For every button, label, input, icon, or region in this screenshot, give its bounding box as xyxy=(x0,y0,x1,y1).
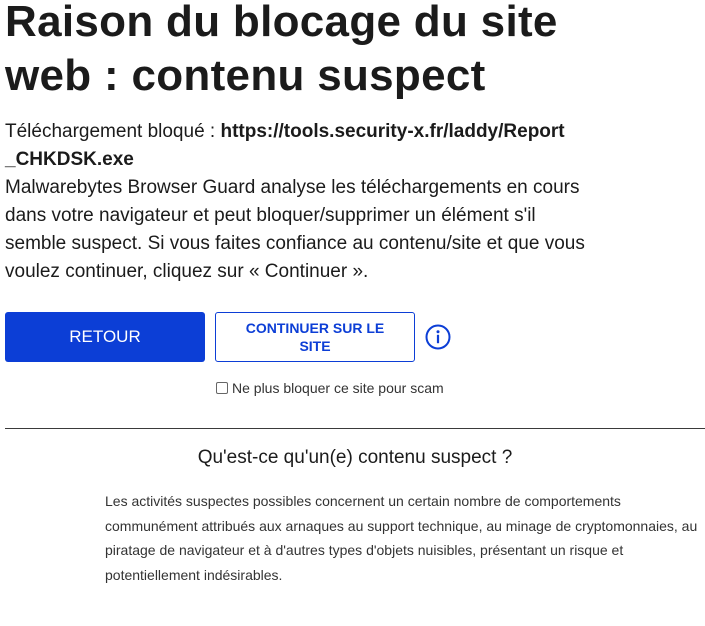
page-title: Raison du blocage du site web : contenu … xyxy=(5,0,558,100)
section-divider xyxy=(5,428,705,429)
dont-block-checkbox-row: Ne plus bloquer ce site pour scam xyxy=(216,380,705,396)
dont-block-checkbox-label: Ne plus bloquer ce site pour scam xyxy=(232,380,444,396)
continue-to-site-button[interactable]: CONTINUER SUR LE SITE xyxy=(215,312,415,362)
info-circle-icon[interactable] xyxy=(425,324,451,350)
faq-text: Les activités suspectes possibles concer… xyxy=(105,493,698,583)
dont-block-checkbox[interactable] xyxy=(216,382,228,394)
faq-heading: Qu'est-ce qu'un(e) contenu suspect ? xyxy=(197,447,513,468)
description-text: Malwarebytes Browser Guard analyse les t… xyxy=(5,177,585,282)
blocked-download-line: Téléchargement bloqué : https://tools.se… xyxy=(5,118,565,174)
block-page: Raison du blocage du site web : contenu … xyxy=(0,0,705,626)
back-button[interactable]: RETOUR xyxy=(5,312,205,362)
action-row: RETOUR CONTINUER SUR LE SITE xyxy=(5,312,705,362)
blocked-download-label: Téléchargement bloqué : xyxy=(5,121,221,142)
